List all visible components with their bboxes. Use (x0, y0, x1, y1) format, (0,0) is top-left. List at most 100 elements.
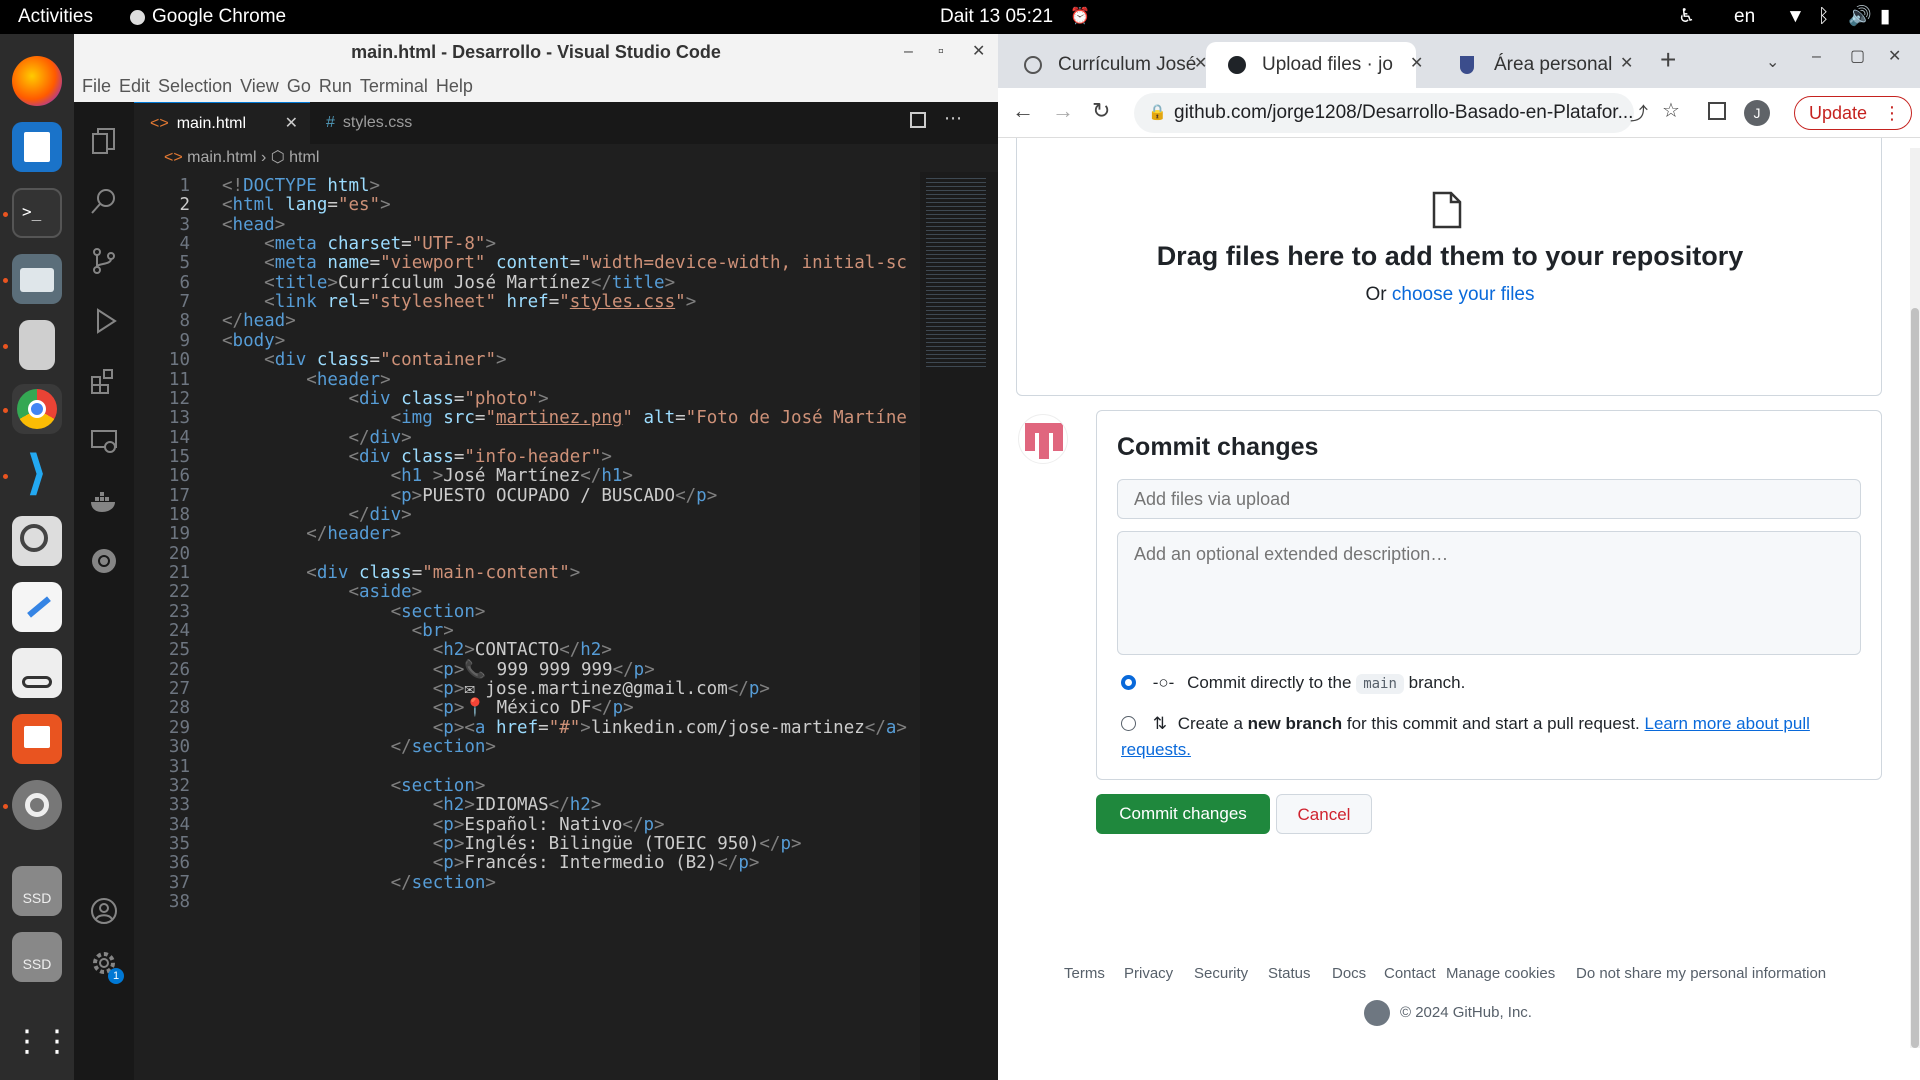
code-line[interactable]: <div class="container"> (222, 350, 506, 370)
settings-icon[interactable] (12, 780, 62, 830)
choose-files-link[interactable]: choose your files (1392, 284, 1535, 305)
clock[interactable]: Dait 13 05:21 (940, 0, 1053, 34)
terminal-icon[interactable]: >_ (12, 188, 62, 238)
text-editor-icon[interactable] (12, 582, 62, 632)
source-control-icon[interactable] (89, 246, 119, 276)
menu-item-view[interactable]: View (232, 70, 279, 102)
usb-drive-icon[interactable] (19, 320, 55, 370)
code-line[interactable]: <br> (222, 621, 454, 641)
close-tab-icon[interactable]: ✕ (285, 103, 298, 145)
ssd-drive-icon[interactable]: SSD (12, 866, 62, 916)
document-viewer-icon[interactable] (12, 648, 62, 698)
code-line[interactable]: <img src="martinez.png" alt="Foto de Jos… (222, 408, 907, 428)
split-editor-icon[interactable] (910, 112, 926, 128)
code-line[interactable]: </section> (222, 737, 496, 757)
active-app-menu[interactable]: Google Chrome (130, 0, 286, 34)
code-line[interactable]: <meta charset="UTF-8"> (222, 234, 496, 254)
magnifier-icon[interactable] (12, 516, 62, 566)
docker-icon[interactable] (89, 486, 119, 516)
tab-upload-files[interactable]: Upload files · jo (1206, 42, 1416, 88)
code-line[interactable]: <section> (222, 602, 486, 622)
reload-icon[interactable]: ↻ (1092, 98, 1110, 124)
commit-summary-input[interactable] (1117, 479, 1861, 519)
writer-icon[interactable] (12, 122, 62, 172)
code-line[interactable]: </section> (222, 873, 496, 893)
code-line[interactable]: <meta name="viewport" content="width=dev… (222, 253, 907, 273)
files-icon[interactable] (12, 254, 62, 304)
code-line[interactable]: <div class="info-header"> (222, 447, 611, 467)
menu-item-run[interactable]: Run (311, 70, 352, 102)
code-line[interactable]: <h1 >José Martínez</h1> (222, 466, 633, 486)
activities-button[interactable]: Activities (18, 0, 93, 34)
code-line[interactable]: <p>Francés: Intermedio (B2)</p> (222, 853, 760, 873)
more-actions-icon[interactable]: ⋯ (944, 108, 962, 129)
footer-link-manage-cookies[interactable]: Manage cookies (1446, 965, 1555, 982)
code-line[interactable]: </div> (222, 505, 411, 525)
menu-item-terminal[interactable]: Terminal (352, 70, 428, 102)
drop-zone[interactable]: Drag files here to add them to your repo… (1016, 138, 1882, 396)
profile-avatar[interactable]: J (1744, 100, 1770, 126)
forward-icon[interactable]: → (1052, 98, 1074, 124)
code-line[interactable]: <div class="photo"> (222, 389, 548, 409)
extensions-icon[interactable] (89, 366, 119, 396)
app-grid-icon[interactable]: ⋮⋮⋮ (12, 1018, 102, 1068)
code-line[interactable]: </div> (222, 428, 411, 448)
menu-item-file[interactable]: File (74, 70, 111, 102)
new-branch-option[interactable]: ⇅ Create a new branch for this commit an… (1121, 711, 1841, 763)
chrome-icon[interactable] (12, 384, 62, 434)
code-line[interactable]: <aside> (222, 582, 422, 602)
presentation-icon[interactable] (12, 714, 62, 764)
remote-explorer-icon[interactable] (89, 426, 119, 456)
github-logo-icon[interactable] (1364, 1000, 1390, 1026)
code-line[interactable]: <p>📍 México DF</p> (222, 698, 634, 718)
footer-link-contact[interactable]: Contact (1384, 965, 1436, 982)
footer-link-status[interactable]: Status (1268, 965, 1311, 982)
close-tab-icon[interactable]: ✕ (1620, 53, 1633, 73)
code-line[interactable]: <link rel="stylesheet" href="styles.css"… (222, 292, 696, 312)
cancel-button[interactable]: Cancel (1276, 794, 1372, 834)
bluetooth-icon[interactable]: ᛒ (1818, 0, 1829, 34)
firefox-icon[interactable] (12, 56, 62, 106)
language-indicator[interactable]: en (1734, 0, 1755, 34)
avatar[interactable] (1018, 414, 1068, 464)
tab-search-icon[interactable]: ⌄ (1766, 52, 1779, 72)
menu-item-go[interactable]: Go (279, 70, 311, 102)
maximize-icon[interactable]: ▢ (1850, 46, 1865, 66)
wifi-icon[interactable]: ▼ (1786, 0, 1805, 34)
back-icon[interactable]: ← (1012, 98, 1034, 124)
maximize-icon[interactable]: ▫ (938, 34, 944, 70)
code-line[interactable]: <head> (222, 215, 285, 235)
radio-selected[interactable] (1121, 675, 1136, 690)
close-icon[interactable]: ✕ (972, 34, 985, 70)
search-icon[interactable] (89, 186, 119, 216)
address-bar[interactable]: 🔒 github.com/jorge1208/Desarrollo-Basado… (1134, 93, 1634, 133)
ssd-drive-icon[interactable]: SSD (12, 932, 62, 982)
code-line[interactable]: <h2>CONTACTO</h2> (222, 640, 612, 660)
tab-main-html[interactable]: <> main.html ✕ (134, 102, 310, 144)
commit-description-input[interactable] (1117, 531, 1861, 655)
code-line[interactable]: <html lang="es"> (222, 195, 391, 215)
commit-changes-button[interactable]: Commit changes (1096, 794, 1270, 834)
menu-item-edit[interactable]: Edit (111, 70, 150, 102)
footer-link-docs[interactable]: Docs (1332, 965, 1366, 982)
menu-item-selection[interactable]: Selection (150, 70, 232, 102)
code-line[interactable]: <title>Currículum José Martínez</title> (222, 273, 675, 293)
code-line[interactable]: <h2>IDIOMAS</h2> (222, 795, 602, 815)
account-icon[interactable] (89, 896, 119, 926)
share-icon[interactable]: ⤴ (1630, 100, 1648, 126)
kubernetes-icon[interactable] (89, 546, 119, 576)
code-line[interactable]: <!DOCTYPE html> (222, 176, 380, 196)
new-tab-icon[interactable]: + (1660, 44, 1676, 76)
footer-link-privacy[interactable]: Privacy (1124, 965, 1173, 982)
code-line[interactable]: <p><a href="#">linkedin.com/jose-martine… (222, 718, 907, 738)
code-line[interactable]: <div class="main-content"> (222, 563, 580, 583)
minimap[interactable] (920, 172, 998, 1080)
breadcrumb-file[interactable]: main.html (187, 149, 256, 166)
code-editor[interactable]: 1 <!DOCTYPE html> 2 <html lang="es"> 3 <head>… (134, 172, 998, 1080)
tab-area-personal[interactable]: Área personal | (1438, 42, 1618, 88)
accessibility-icon[interactable]: ♿ (1678, 0, 1695, 34)
code-line[interactable]: <p>✉ jose.martinez@gmail.com</p> (222, 679, 770, 699)
commit-direct-option[interactable]: -○- Commit directly to the main branch. (1121, 673, 1465, 694)
code-line[interactable]: <header> (222, 370, 390, 390)
code-line[interactable]: <body> (222, 331, 285, 351)
